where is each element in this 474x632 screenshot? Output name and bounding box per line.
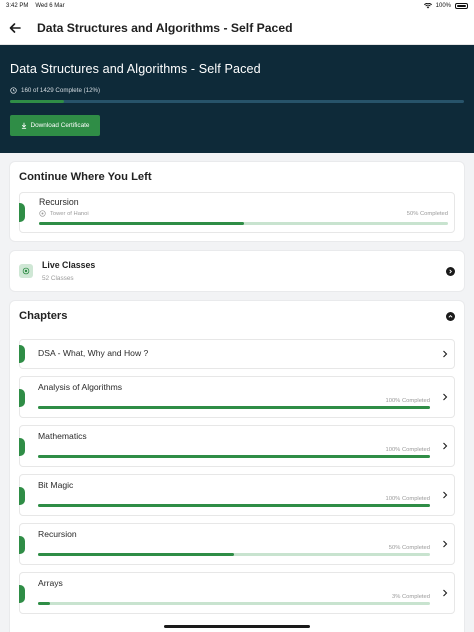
battery-icon — [455, 3, 468, 9]
chapter-progress-bar — [38, 553, 430, 556]
chapter-name: Arrays — [38, 578, 63, 588]
resume-subtopic: Tower of Hanoi — [50, 210, 89, 217]
chapter-progress-fill — [38, 455, 430, 458]
clock-icon — [10, 87, 17, 94]
course-title: Data Structures and Algorithms - Self Pa… — [10, 62, 261, 76]
broadcast-icon — [22, 267, 30, 275]
chevron-right-icon — [443, 350, 448, 358]
continue-title: Continue Where You Left — [19, 171, 152, 183]
download-certificate-label: Download Certificate — [30, 122, 90, 129]
status-right: 100% — [423, 3, 468, 9]
resume-marker — [19, 203, 25, 222]
chapter-progress-bar — [38, 406, 430, 409]
live-classes-card[interactable]: Live Classes 52 Classes — [10, 251, 464, 291]
chapters-title: Chapters — [19, 310, 68, 322]
live-classes-title: Live Classes — [42, 260, 96, 270]
chapter-marker — [19, 487, 25, 505]
chapter-progress-bar — [38, 602, 430, 605]
chapter-marker — [19, 345, 25, 363]
chapter-item[interactable]: Mathematics 100% Completed — [19, 425, 455, 467]
download-icon — [21, 122, 26, 129]
chapter-name: Recursion — [38, 529, 77, 539]
chevron-right-icon — [443, 491, 448, 499]
chapter-progress-fill — [38, 504, 430, 507]
resume-progress-fill — [39, 222, 244, 225]
chapters-card: Chapters DSA - What, Why and How ? Analys… — [10, 301, 464, 632]
arrow-circle-right-icon — [446, 266, 455, 276]
course-progress-text: 160 of 1429 Complete (12%) — [21, 87, 101, 94]
chapter-marker — [19, 585, 25, 603]
chapter-item[interactable]: Analysis of Algorithms 100% Completed — [19, 376, 455, 418]
chapter-status: 3% Completed — [391, 594, 430, 600]
chapter-list: DSA - What, Why and How ? Analysis of Alg… — [19, 339, 455, 614]
chapter-status: 100% Completed — [385, 398, 430, 404]
chapter-status: 100% Completed — [385, 496, 430, 502]
resume-status: 50% Completed — [406, 210, 448, 217]
course-hero: Data Structures and Algorithms - Self Pa… — [0, 45, 474, 153]
chapter-item[interactable]: Bit Magic 100% Completed — [19, 474, 455, 516]
chapter-name: Mathematics — [38, 431, 87, 441]
resume-subtopic-wrap: Tower of Hanoi — [39, 210, 89, 217]
chapter-progress-fill — [38, 553, 234, 556]
chapter-marker — [19, 438, 25, 456]
chapter-name: Bit Magic — [38, 480, 74, 490]
chapter-status: 100% Completed — [385, 447, 430, 453]
app-header: Data Structures and Algorithms - Self Pa… — [0, 12, 474, 45]
status-date: Wed 6 Mar — [35, 3, 65, 9]
page-title: Data Structures and Algorithms - Self Pa… — [37, 21, 293, 35]
live-classes-text: Live Classes 52 Classes — [42, 260, 446, 282]
play-circle-icon — [39, 210, 46, 217]
course-progress-row: 160 of 1429 Complete (12%) — [10, 87, 464, 94]
resume-progress-bar — [39, 222, 448, 225]
status-bar: 3:42 PM Wed 6 Mar 100% — [0, 0, 474, 12]
chevron-right-icon — [443, 589, 448, 597]
chapter-item[interactable]: Recursion 50% Completed — [19, 523, 455, 565]
chapter-status: 50% Completed — [388, 545, 430, 551]
chapters-header[interactable]: Chapters — [19, 310, 455, 322]
chapter-marker — [19, 389, 25, 407]
battery-percent: 100% — [435, 3, 451, 9]
chapter-name: DSA - What, Why and How ? — [38, 348, 149, 358]
chapter-name: Analysis of Algorithms — [38, 382, 123, 392]
continue-card: Continue Where You Left Recursion Tower … — [10, 162, 464, 241]
chevron-right-icon — [443, 540, 448, 548]
back-button[interactable] — [8, 21, 22, 35]
live-classes-count: 52 Classes — [42, 275, 74, 282]
chapter-progress-fill — [38, 602, 50, 605]
download-certificate-button[interactable]: Download Certificate — [10, 115, 100, 136]
status-left: 3:42 PM Wed 6 Mar — [6, 3, 65, 9]
chapter-item[interactable]: DSA - What, Why and How ? — [19, 339, 455, 369]
resume-item[interactable]: Recursion Tower of Hanoi 50% Completed — [19, 192, 455, 233]
course-progress-fill — [10, 100, 65, 103]
chapter-marker — [19, 536, 25, 554]
status-time: 3:42 PM — [6, 3, 29, 9]
resume-row: Tower of Hanoi 50% Completed — [39, 210, 454, 217]
course-progress-bar — [10, 100, 464, 103]
collapse-chevron-up-icon[interactable] — [446, 311, 455, 321]
live-classes-icon — [19, 264, 33, 278]
resume-topic: Recursion — [39, 197, 79, 207]
wifi-icon — [423, 3, 432, 9]
arrow-left-icon — [9, 23, 21, 33]
chapter-item[interactable]: Arrays 3% Completed — [19, 572, 455, 614]
home-indicator — [164, 625, 310, 628]
chapter-progress-fill — [38, 406, 430, 409]
chevron-right-icon — [443, 393, 448, 401]
chapter-progress-bar — [38, 455, 430, 458]
chapter-progress-bar — [38, 504, 430, 507]
chevron-right-icon — [443, 442, 448, 450]
